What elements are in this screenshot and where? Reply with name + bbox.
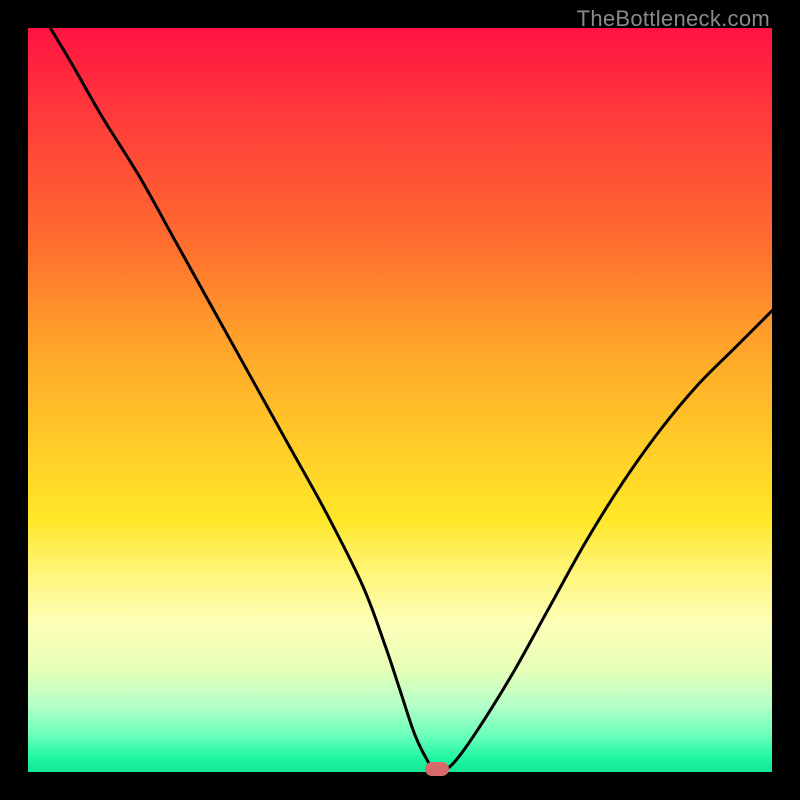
bottleneck-gradient-plot: [28, 28, 772, 772]
watermark-text: TheBottleneck.com: [577, 6, 770, 32]
optimal-point-marker: [425, 762, 449, 776]
bottleneck-curve: [28, 28, 772, 772]
